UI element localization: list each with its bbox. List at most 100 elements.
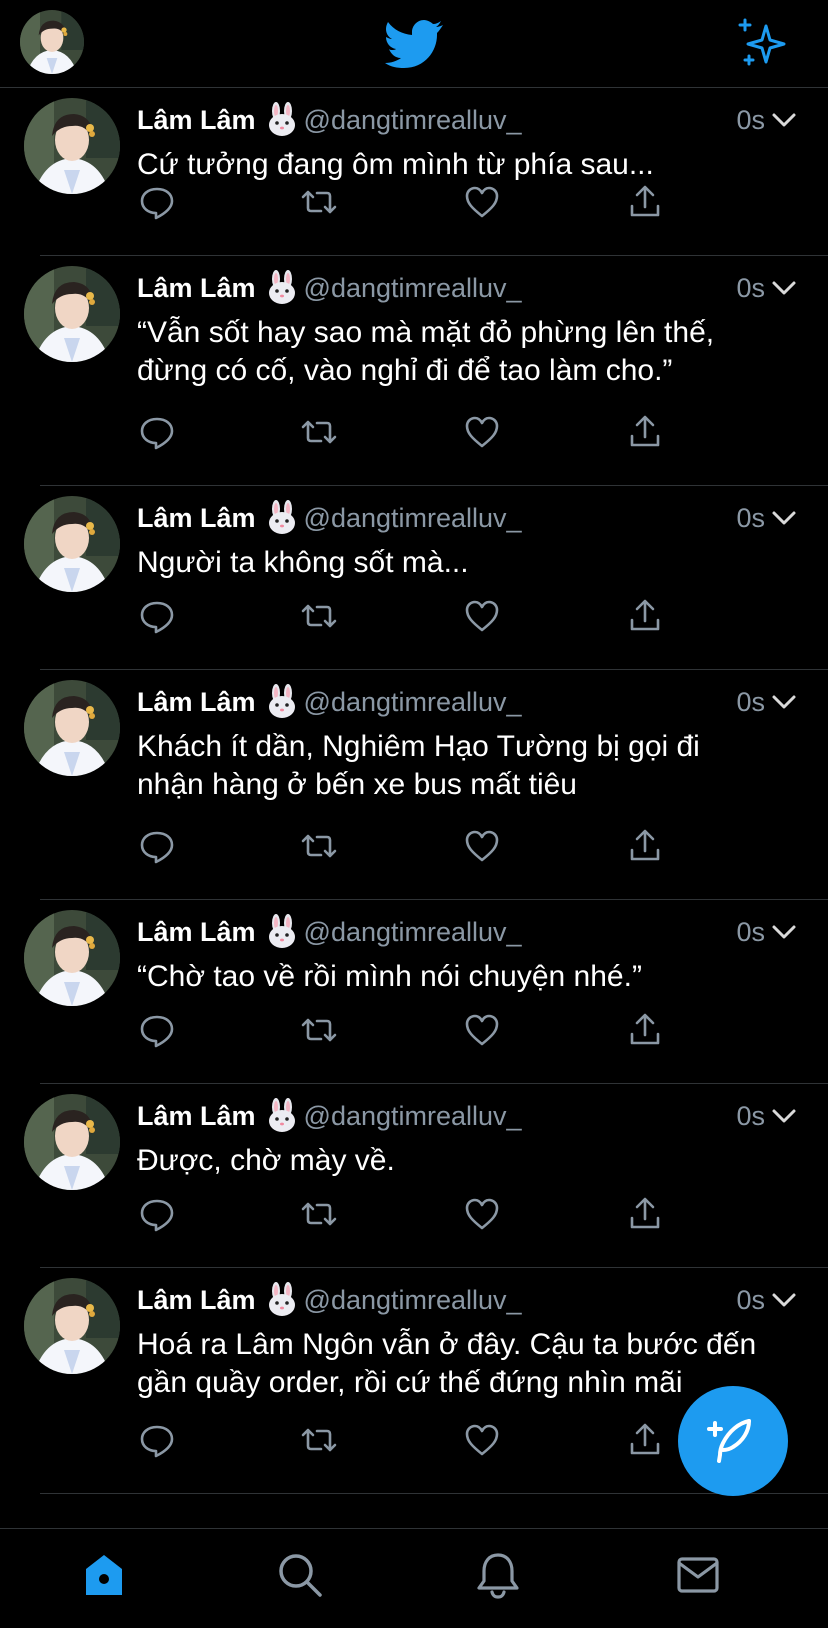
chevron-down-icon[interactable] [771,920,797,944]
share-button[interactable] [625,412,665,452]
retweet-icon [299,826,339,866]
share-button[interactable] [625,1420,665,1460]
avatar[interactable] [24,496,120,592]
user-handle[interactable]: @dangtimrealluv_ [304,503,522,533]
tweet-actions [137,412,697,452]
like-icon [462,1010,502,1050]
reply-icon [137,826,177,866]
share-button[interactable] [625,1194,665,1234]
chevron-down-icon[interactable] [771,1104,797,1128]
display-name[interactable]: Lâm Lâm [137,1101,256,1131]
reply-button[interactable] [137,1194,177,1234]
tweet[interactable]: Lâm Lâm @dangtimrealluv_ 0s “Chờ tao về rồi… [0,900,828,1084]
user-avatar[interactable] [20,10,84,74]
like-button[interactable] [462,1194,502,1234]
avatar[interactable] [24,680,120,776]
retweet-button[interactable] [299,596,339,636]
like-button[interactable] [462,826,502,866]
tab-messages[interactable] [672,1549,724,1601]
tweet-text: Được, chờ mày về. [137,1144,395,1177]
tweet-actions [137,596,697,636]
avatar[interactable] [24,1278,120,1374]
avatar[interactable] [24,98,120,194]
divider [40,1493,828,1494]
avatar[interactable] [24,910,120,1006]
retweet-icon [299,1010,339,1050]
like-icon [462,412,502,452]
share-icon [625,1194,665,1234]
timestamp: 0s [736,105,765,135]
rabbit-face-emoji-icon [266,1282,298,1316]
like-button[interactable] [462,1420,502,1460]
reply-button[interactable] [137,1420,177,1460]
retweet-button[interactable] [299,1010,339,1050]
retweet-icon [299,1420,339,1460]
share-button[interactable] [625,1010,665,1050]
tab-notifications[interactable] [472,1549,524,1601]
like-icon [462,826,502,866]
retweet-button[interactable] [299,1420,339,1460]
chevron-down-icon[interactable] [771,690,797,714]
messages-icon [677,1557,719,1593]
user-handle[interactable]: @dangtimrealluv_ [304,1101,522,1131]
tab-home[interactable] [78,1549,130,1601]
display-name[interactable]: Lâm Lâm [137,503,256,533]
reply-button[interactable] [137,412,177,452]
tweet[interactable]: Lâm Lâm @dangtimrealluv_ 0s Khách ít dần, N… [0,670,828,900]
tweet[interactable]: Lâm Lâm @dangtimrealluv_ 0s Người ta không … [0,486,828,670]
search-icon [279,1554,322,1597]
reply-button[interactable] [137,596,177,636]
sparkle-icon[interactable] [736,18,792,68]
user-handle[interactable]: @dangtimrealluv_ [304,687,522,717]
retweet-icon [299,596,339,636]
chevron-down-icon[interactable] [771,108,797,132]
tweet[interactable]: Lâm Lâm @dangtimrealluv_ 0s Được, chờ mày v… [0,1084,828,1268]
share-button[interactable] [625,826,665,866]
chevron-down-icon[interactable] [771,276,797,300]
display-name[interactable]: Lâm Lâm [137,1285,256,1315]
like-button[interactable] [462,596,502,636]
twitter-bird-icon[interactable] [385,18,445,70]
retweet-icon [299,182,339,222]
compose-tweet-icon [707,1419,751,1463]
avatar[interactable] [24,1094,120,1190]
compose-tweet-button[interactable] [678,1386,788,1496]
user-handle[interactable]: @dangtimrealluv_ [304,917,522,947]
like-button[interactable] [462,412,502,452]
reply-button[interactable] [137,1010,177,1050]
tweet-actions [137,1010,697,1050]
display-name[interactable]: Lâm Lâm [137,687,256,717]
tweet[interactable]: Lâm Lâm @dangtimrealluv_ 0s “Vẫn sốt hay sa… [0,256,828,486]
retweet-button[interactable] [299,1194,339,1234]
tab-search[interactable] [274,1549,326,1601]
tweet-header: Lâm Lâm @dangtimrealluv_ 0s [137,498,797,538]
tweet[interactable]: Lâm Lâm @dangtimrealluv_ 0s Cứ tưởng đang ô… [0,88,828,256]
tweet-text: “Vẫn sốt hay sao mà mặt đỏ phừng lên thế… [137,316,715,387]
share-icon [625,596,665,636]
user-handle[interactable]: @dangtimrealluv_ [304,273,522,303]
chevron-down-icon[interactable] [771,506,797,530]
avatar[interactable] [24,266,120,362]
tweet-header: Lâm Lâm @dangtimrealluv_ 0s [137,100,797,140]
like-button[interactable] [462,1010,502,1050]
retweet-button[interactable] [299,826,339,866]
display-name[interactable]: Lâm Lâm [137,273,256,303]
display-name[interactable]: Lâm Lâm [137,917,256,947]
timestamp: 0s [736,687,765,717]
reply-icon [137,596,177,636]
share-icon [625,826,665,866]
share-button[interactable] [625,596,665,636]
user-handle[interactable]: @dangtimrealluv_ [304,105,522,135]
user-handle[interactable]: @dangtimrealluv_ [304,1285,522,1315]
tweet-actions [137,826,697,866]
like-button[interactable] [462,182,502,222]
retweet-button[interactable] [299,412,339,452]
reply-button[interactable] [137,182,177,222]
retweet-button[interactable] [299,182,339,222]
top-bar [0,0,828,88]
reply-button[interactable] [137,826,177,866]
chevron-down-icon[interactable] [771,1288,797,1312]
share-button[interactable] [625,182,665,222]
tweet-text: Khách ít dần, Nghiêm Hạo Tường bị gọi đi… [137,730,700,801]
display-name[interactable]: Lâm Lâm [137,105,256,135]
